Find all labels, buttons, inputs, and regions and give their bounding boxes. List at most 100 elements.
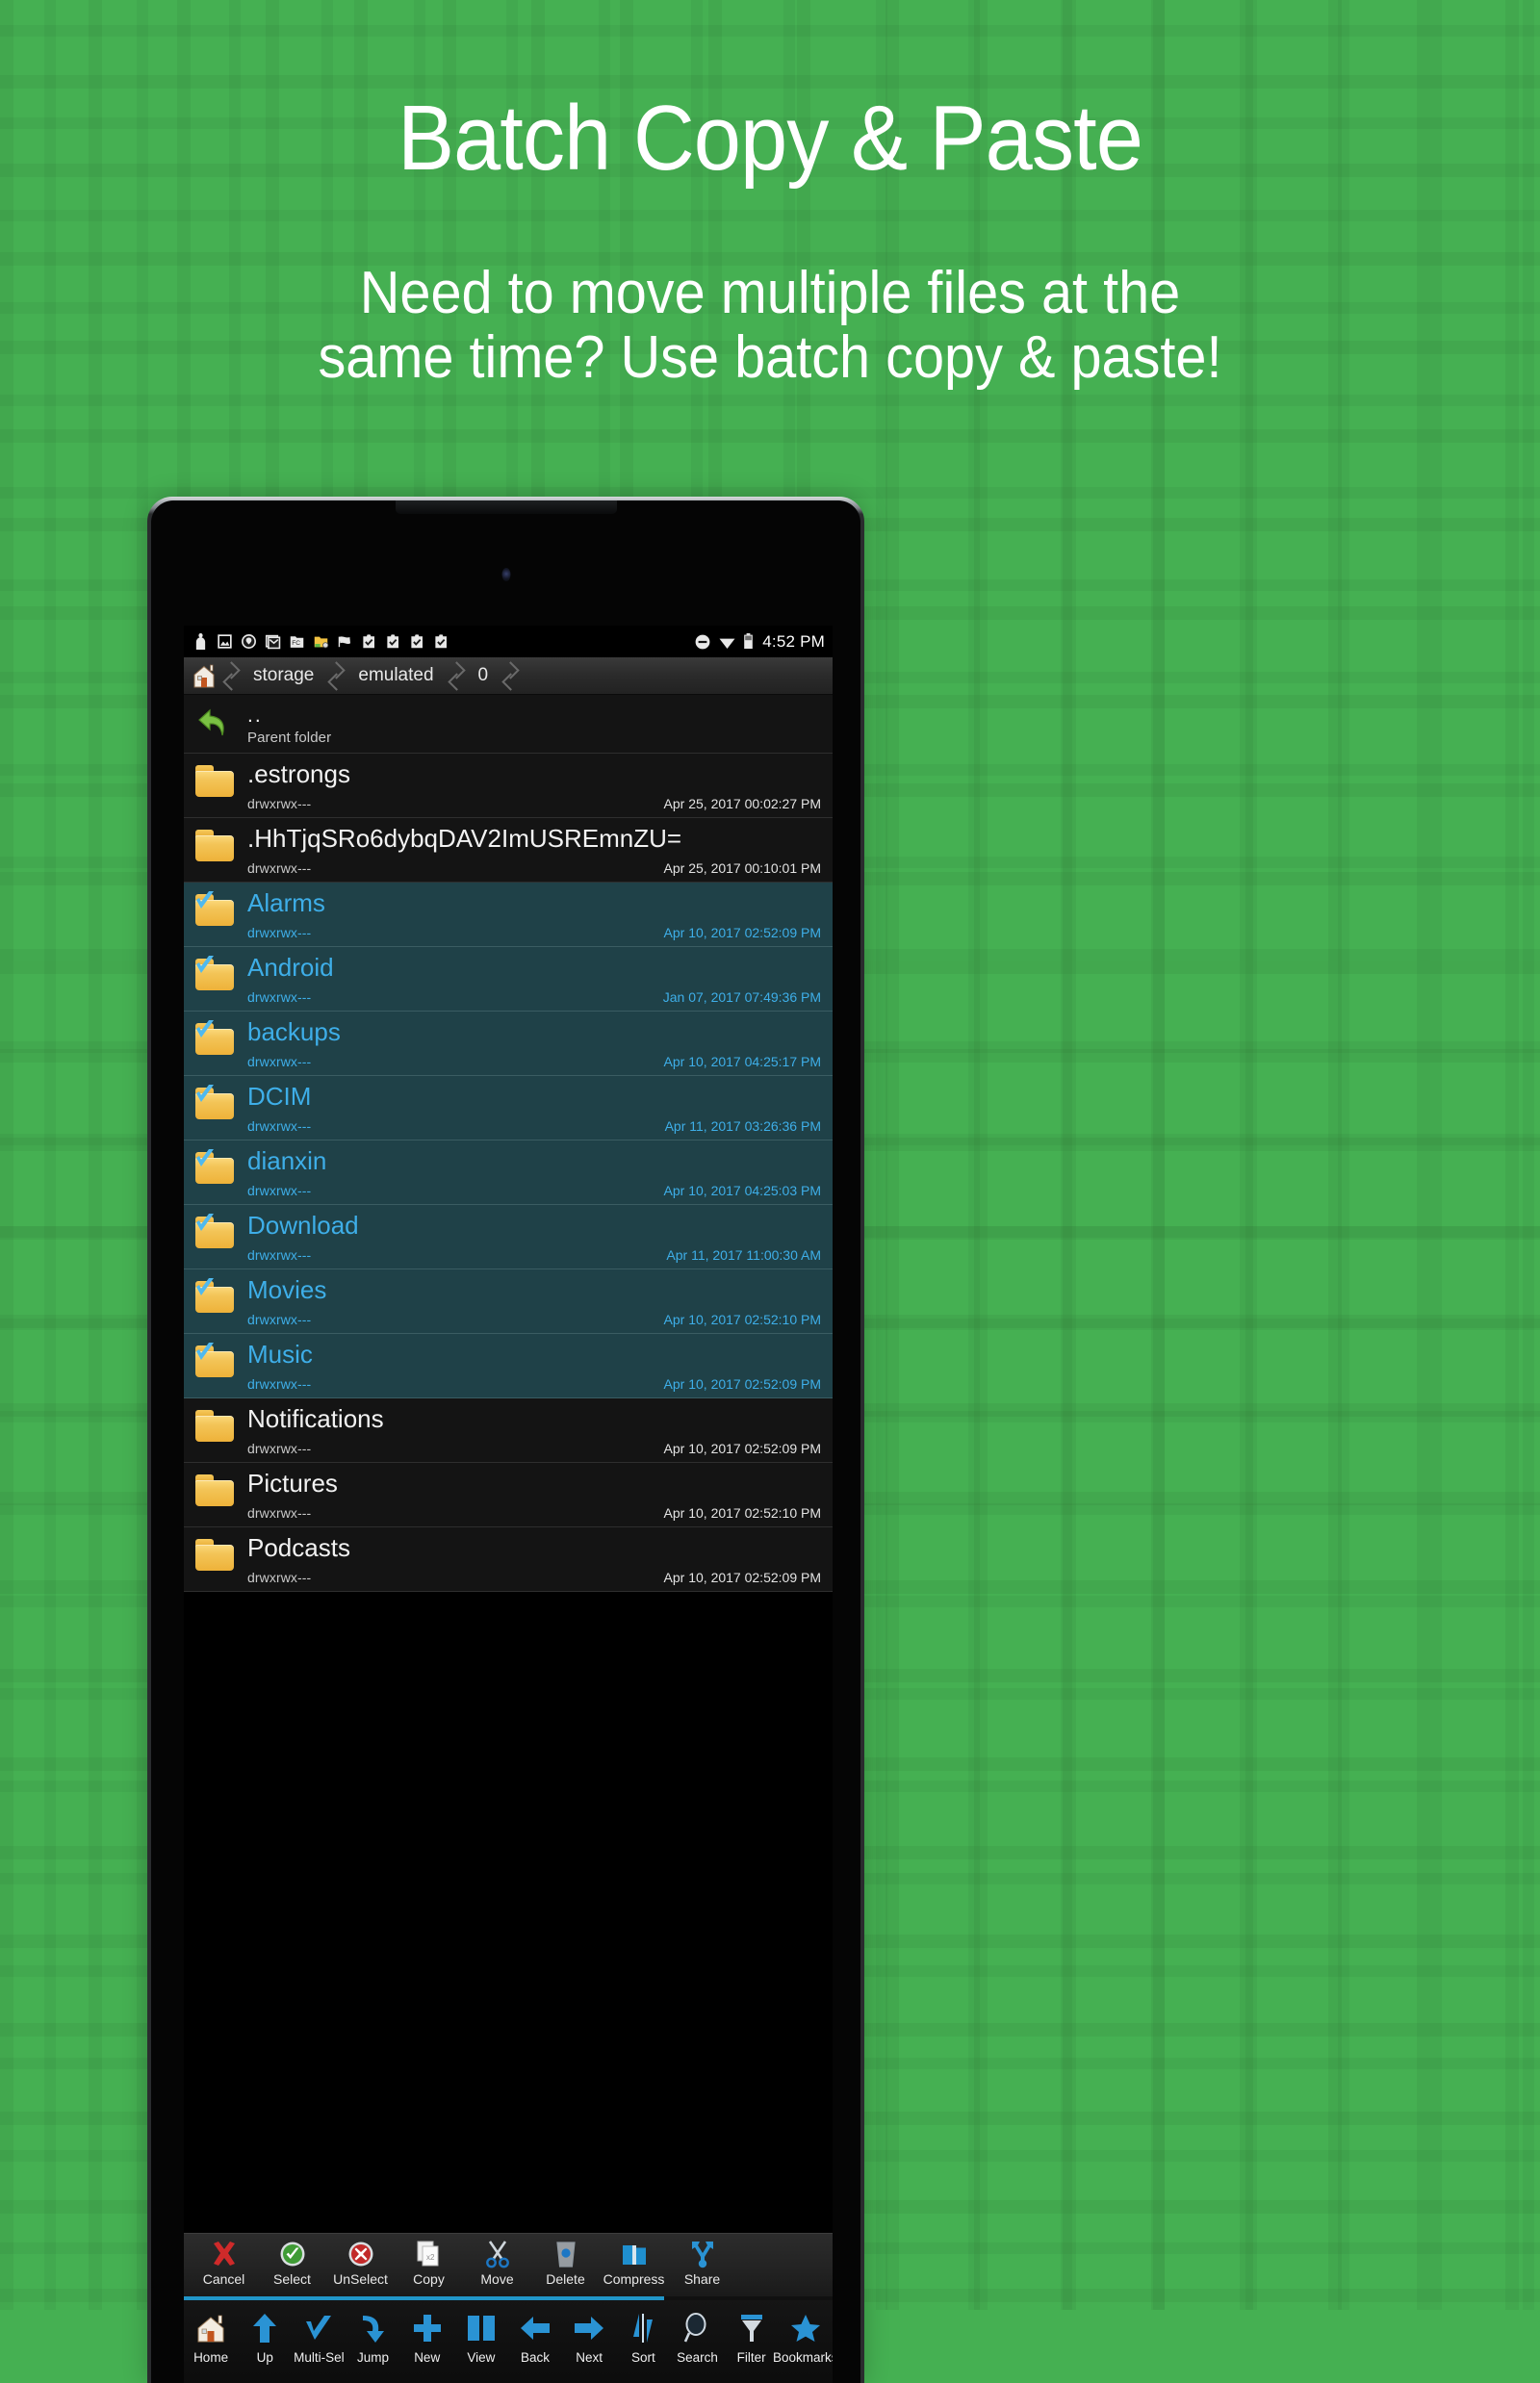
select-button[interactable]: Select (258, 2239, 326, 2287)
page-subtitle-line-2: same time? Use batch copy & paste! (318, 323, 1222, 391)
nav-label: Jump (357, 2350, 390, 2365)
table-row[interactable]: Android drwxrwx--- Jan 07, 2017 07:49:36… (184, 947, 833, 1012)
breadcrumb-item-0[interactable]: 0 (461, 657, 504, 694)
action-label: Cancel (202, 2271, 245, 2287)
nav-item-filter[interactable]: Filter (727, 2308, 777, 2365)
table-row[interactable]: .HhTjqSRo6dybqDAV2ImUSREmnZU= drwxrwx---… (184, 818, 833, 883)
nav-item-multi-sel[interactable]: Multi-Sel (294, 2308, 345, 2365)
action-label: Copy (413, 2271, 445, 2287)
clipboard-check-icon (411, 634, 423, 649)
wifi-icon (719, 638, 735, 649)
device-screen: FC 4:52 PM storage emulated 0 .. Parent … (184, 626, 833, 2383)
breadcrumb-item-storage[interactable]: storage (236, 657, 329, 694)
breadcrumb[interactable]: storage emulated 0 (184, 657, 833, 695)
table-row[interactable]: Music drwxrwx--- Apr 10, 2017 02:52:09 P… (184, 1334, 833, 1398)
checkmark-icon (196, 1343, 214, 1360)
table-row[interactable]: Podcasts drwxrwx--- Apr 10, 2017 02:52:0… (184, 1527, 833, 1592)
checkmark-icon (196, 891, 214, 909)
table-row[interactable]: .estrongs drwxrwx--- Apr 25, 2017 00:02:… (184, 754, 833, 818)
folder-icon-checked (195, 1343, 234, 1378)
action-label: Share (683, 2271, 721, 2287)
fc-folder-icon: FC (290, 636, 304, 648)
table-row[interactable]: dianxin drwxrwx--- Apr 10, 2017 04:25:03… (184, 1140, 833, 1205)
breadcrumb-separator (449, 657, 461, 694)
file-list: .. Parent folder .estrongs drwxrwx--- Ap… (184, 695, 833, 1592)
table-row[interactable]: Alarms drwxrwx--- Apr 10, 2017 02:52:09 … (184, 883, 833, 947)
tablet-body: FC 4:52 PM storage emulated 0 .. Parent … (151, 500, 860, 2383)
compress-button[interactable]: Compress (600, 2239, 668, 2287)
checkmark-icon (196, 1020, 214, 1038)
table-row[interactable]: Movies drwxrwx--- Apr 10, 2017 02:52:10 … (184, 1269, 833, 1334)
nav-item-view[interactable]: View (456, 2308, 506, 2365)
folder-icon (195, 1474, 234, 1507)
folder-icon-checked (195, 956, 234, 991)
nav-label: View (467, 2350, 496, 2365)
table-row[interactable]: Notifications drwxrwx--- Apr 10, 2017 02… (184, 1398, 833, 1463)
parent-folder-label: Parent folder (247, 730, 332, 746)
sort-icon (630, 2308, 655, 2348)
file-permissions: drwxrwx--- (247, 925, 312, 940)
checkmark-icon (196, 1149, 214, 1166)
file-permissions: drwxrwx--- (247, 1570, 312, 1585)
file-name: Movies (247, 1275, 327, 1304)
action-label: UnSelect (333, 2271, 388, 2287)
parent-folder-row[interactable]: .. Parent folder (184, 695, 833, 754)
nav-label: Filter (736, 2350, 766, 2365)
nav-item-new[interactable]: New (402, 2308, 452, 2365)
file-permissions: drwxrwx--- (247, 860, 312, 876)
file-name: Notifications (247, 1404, 384, 1433)
folder-icon-checked (195, 1214, 234, 1249)
nav-item-bookmarks[interactable]: Bookmarks (773, 2308, 833, 2365)
nav-label: New (414, 2350, 441, 2365)
nav-label: Bookmarks (773, 2350, 833, 2365)
svg-text:x2: x2 (426, 2253, 435, 2262)
curved-arrow-icon (359, 2308, 388, 2348)
nav-label: Sort (630, 2350, 655, 2365)
unselect-button[interactable]: UnSelect (326, 2239, 395, 2287)
nav-item-up[interactable]: Up (240, 2308, 290, 2365)
delete-button[interactable]: Delete (531, 2239, 600, 2287)
nav-item-jump[interactable]: Jump (348, 2308, 398, 2365)
table-row[interactable]: Pictures drwxrwx--- Apr 10, 2017 02:52:1… (184, 1463, 833, 1527)
move-button[interactable]: Move (463, 2239, 531, 2287)
file-name: Download (247, 1211, 359, 1240)
nav-label: Up (256, 2350, 273, 2365)
folder-icon-checked (195, 891, 234, 927)
clipboard-check-icon (435, 634, 447, 649)
nav-item-search[interactable]: Search (672, 2308, 722, 2365)
plus-icon (412, 2308, 443, 2348)
file-permissions: drwxrwx--- (247, 989, 312, 1005)
page-title: Batch Copy & Paste (398, 87, 1143, 190)
gmail-icon (265, 634, 281, 650)
action-label: Move (480, 2271, 514, 2287)
copy-button[interactable]: x2 Copy (395, 2239, 463, 2287)
front-camera-icon (501, 568, 510, 581)
breadcrumb-separator (503, 657, 515, 694)
tablet-speaker (395, 500, 617, 514)
status-notification-icons: FC (192, 632, 694, 651)
file-date: Apr 10, 2017 02:52:09 PM (663, 1441, 821, 1456)
table-row[interactable]: backups drwxrwx--- Apr 10, 2017 04:25:17… (184, 1012, 833, 1076)
nav-item-back[interactable]: Back (510, 2308, 560, 2365)
breadcrumb-home-button[interactable] (184, 657, 224, 694)
copy-pages-icon: x2 (415, 2239, 444, 2269)
file-name: Music (247, 1340, 313, 1369)
nav-item-home[interactable]: Home (186, 2308, 236, 2365)
nav-item-next[interactable]: Next (564, 2308, 614, 2365)
cancel-button[interactable]: Cancel (190, 2239, 258, 2287)
table-row[interactable]: DCIM drwxrwx--- Apr 11, 2017 03:26:36 PM (184, 1076, 833, 1140)
svg-text:FC: FC (292, 640, 300, 647)
checkmark-icon (196, 1278, 214, 1295)
star-icon (789, 2308, 822, 2348)
file-name: DCIM (247, 1082, 312, 1111)
nav-item-sort[interactable]: Sort (618, 2308, 668, 2365)
file-date: Apr 10, 2017 02:52:09 PM (663, 1570, 821, 1585)
file-date: Apr 11, 2017 03:26:36 PM (664, 1118, 821, 1134)
file-permissions: drwxrwx--- (247, 796, 312, 811)
file-date: Apr 10, 2017 02:52:09 PM (663, 1376, 821, 1392)
table-row[interactable]: Download drwxrwx--- Apr 11, 2017 11:00:3… (184, 1205, 833, 1269)
breadcrumb-item-emulated[interactable]: emulated (341, 657, 449, 694)
share-button[interactable]: Share (668, 2239, 736, 2287)
action-label: Compress (603, 2271, 665, 2287)
person-icon (195, 633, 206, 650)
